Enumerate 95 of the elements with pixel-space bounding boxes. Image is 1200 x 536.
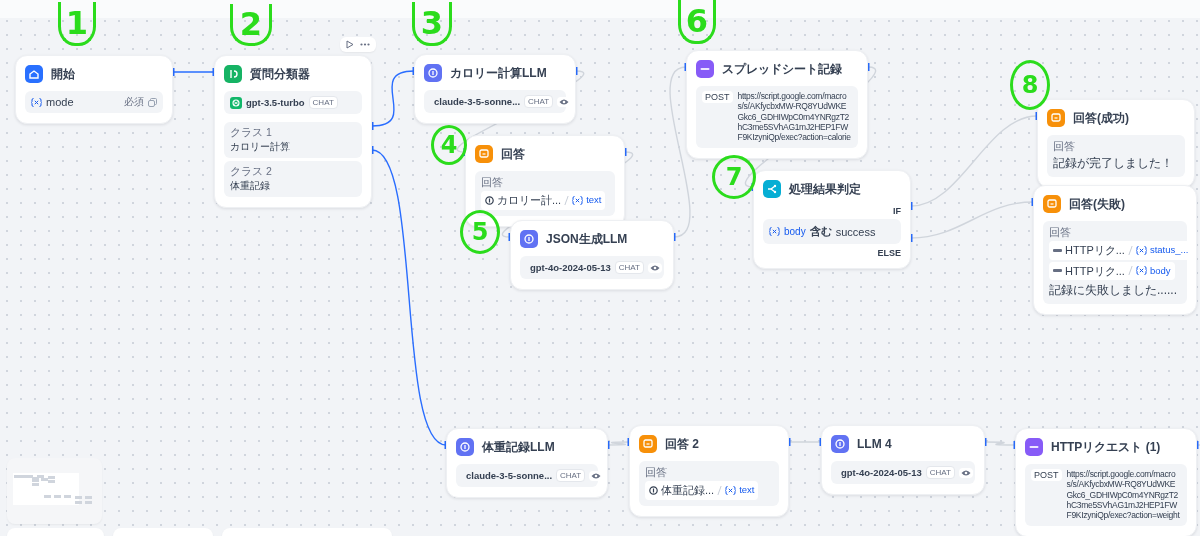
- node-title: 質問分類器: [250, 65, 310, 83]
- node-title: 処理結果判定: [789, 180, 861, 198]
- variable-reference: カロリー計... text: [481, 191, 606, 210]
- mode-badge: CHAT: [614, 261, 644, 274]
- more-icon[interactable]: [360, 43, 370, 46]
- variable-reference: 体重記録... text: [645, 481, 759, 500]
- url-text: https://script.google.com/macros/s/AKfycbxMW-RQ8YUdWKEGkc6_GDHIWpC0m4YNRgzT2hC3me5SVhAG1mJ2HEP1FWF9KIzyniQp/exec?action=weight: [1066, 469, 1181, 521]
- answer-node-icon: [1047, 109, 1065, 127]
- field-label: 回答: [1049, 226, 1072, 240]
- annotation-number: 6: [678, 0, 716, 44]
- variable-icon: [1135, 245, 1147, 255]
- node-title: 回答 2: [665, 435, 699, 453]
- condition-variable: body: [784, 226, 806, 237]
- llm-icon: [485, 195, 494, 205]
- llm-icon: [649, 485, 658, 495]
- node-title: HTTPリクエスト (1): [1051, 438, 1161, 456]
- mode-badge: CHAT: [556, 469, 586, 482]
- answer-node-icon: [1043, 195, 1061, 213]
- http-node-icon: [1025, 438, 1043, 456]
- mode-badge: CHAT: [925, 466, 955, 479]
- field-label: 回答: [481, 176, 504, 190]
- class-label: クラス 1: [230, 126, 273, 140]
- answer-node[interactable]: 回答 2 回答 体重記録... text: [629, 425, 789, 517]
- answer-text: 記録が完了しました！: [1053, 156, 1173, 170]
- http-node-icon: [696, 60, 714, 78]
- node-title: 回答(失敗): [1069, 195, 1125, 213]
- annotation-number: 7: [712, 155, 756, 199]
- condition-operator: 含む: [809, 224, 832, 239]
- ifelse-node-icon: [763, 180, 781, 198]
- field-label: 回答: [645, 466, 668, 480]
- ifelse-node[interactable]: 処理結果判定 IF body 含む success ELSE: [753, 170, 911, 269]
- answer-node-icon: [475, 145, 493, 163]
- copy-icon: [148, 97, 157, 107]
- condition-value: success: [835, 225, 876, 238]
- node-title: スプレッドシート記録: [722, 60, 842, 78]
- start-node[interactable]: 開始 mode 必須: [15, 55, 173, 124]
- answer-node[interactable]: 回答(成功) 回答 記録が完了しました！: [1037, 99, 1195, 188]
- variable-icon: [1135, 266, 1147, 276]
- annotation-number: 8: [1010, 60, 1050, 110]
- variable-icon: [769, 227, 780, 236]
- classifier-node-icon: [224, 65, 242, 83]
- variable-icon: [572, 195, 584, 205]
- annotation-number: 5: [460, 210, 500, 254]
- annotation-number: 4: [431, 125, 467, 165]
- class-name: カロリー計算: [230, 140, 291, 154]
- model-name: gpt-4o-2024-05-13: [530, 262, 611, 273]
- node-title: 体重記録LLM: [482, 438, 555, 456]
- mode-badge: CHAT: [524, 95, 554, 108]
- url-text: https://script.google.com/macros/s/AKfycbxMW-RQ8YUdWKEGkc6_GDHIWpC0m4YNRgzT2hC3me5SVhAG1mJ2HEP1FWF9KIzyniQp/exec?action=calorie: [737, 91, 852, 143]
- method-label: POST: [1031, 469, 1062, 481]
- mode-badge: CHAT: [308, 96, 338, 109]
- annotation-number: 2: [230, 4, 272, 46]
- answer-text: 記録に失敗しました......: [1049, 283, 1177, 297]
- annotation-number: 1: [58, 2, 96, 46]
- llm-node[interactable]: LLM 4 gpt-4o-2024-05-13 CHAT: [821, 425, 985, 495]
- llm-node[interactable]: 体重記録LLM claude-3-5-sonne... CHAT: [446, 428, 608, 498]
- node-title: LLM 4: [857, 437, 892, 451]
- variable-name: mode: [46, 96, 75, 108]
- node-title: 回答(成功): [1073, 109, 1129, 127]
- node-title: JSON生成LLM: [546, 230, 628, 248]
- model-selector[interactable]: gpt-3.5-turbo CHAT: [224, 91, 362, 114]
- http-node[interactable]: HTTPリクエスト (1) POST https://script.google.com/macros/s/AKfycbxMW-RQ8YUdWKEGkc6_GDHIWpC0m4YNRgzT2hC3me5SVhAG1mJ2HEP1FWF9KIzyniQp/exec?action=weight: [1015, 428, 1197, 536]
- model-selector[interactable]: gpt-4o-2024-05-13 CHAT: [520, 256, 664, 279]
- class-label: クラス 2: [230, 165, 273, 179]
- model-provider-icon: [230, 96, 242, 109]
- http-node[interactable]: スプレッドシート記録 POST https://script.google.com/macros/s/AKfycbxMW-RQ8YUdWKEGkc6_GDHIWpC0m4YNRgzT2hC3me5SVhAG1mJ2HEP1FWF9KIzyniQp/exec?action=calorie: [686, 50, 868, 159]
- llm-node-icon: [424, 64, 442, 82]
- answer-node-icon: [639, 435, 657, 453]
- if-label: IF: [893, 206, 901, 216]
- llm-node-icon: [520, 230, 538, 248]
- annotation-number: 3: [412, 2, 452, 46]
- model-name: claude-3-5-sonne...: [466, 470, 553, 481]
- classifier-node[interactable]: 質問分類器 gpt-3.5-turbo CHAT クラス 1 カロリー計算 クラス 2 体重記録: [214, 55, 372, 208]
- model-name: claude-3-5-sonne...: [434, 96, 521, 107]
- variable-reference: HTTPリク... body: [1049, 261, 1175, 280]
- node-title: カロリー計算LLM: [450, 64, 547, 82]
- run-icon[interactable]: [346, 40, 354, 49]
- llm-node-icon: [456, 438, 474, 456]
- class-name: 体重記録: [230, 179, 271, 193]
- required-label: 必須: [124, 95, 144, 109]
- answer-node[interactable]: 回答(失敗) 回答 HTTPリク... status_... HTTPリク... body 記録に失敗しました......: [1033, 185, 1197, 315]
- model-name: gpt-3.5-turbo: [246, 97, 305, 108]
- variable-icon: [31, 97, 42, 107]
- node-title: 開始: [51, 65, 75, 83]
- field-label: 回答: [1053, 140, 1076, 154]
- start-node-icon: [25, 65, 43, 83]
- variable-icon: [725, 485, 737, 495]
- model-selector[interactable]: gpt-4o-2024-05-13 CHAT: [831, 461, 975, 484]
- else-label: ELSE: [877, 248, 901, 258]
- llm-node-icon: [831, 435, 849, 453]
- model-name: gpt-4o-2024-05-13: [841, 467, 922, 478]
- node-title: 回答: [501, 145, 525, 163]
- llm-node[interactable]: カロリー計算LLM claude-3-5-sonne... CHAT: [414, 54, 576, 124]
- llm-node[interactable]: JSON生成LLM gpt-4o-2024-05-13 CHAT: [510, 220, 674, 290]
- method-label: POST: [702, 91, 733, 103]
